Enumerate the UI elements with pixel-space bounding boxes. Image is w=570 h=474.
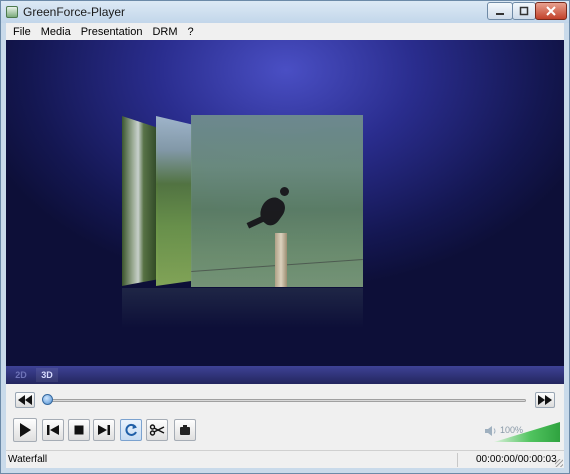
menu-drm[interactable]: DRM [147, 26, 182, 38]
menu-file[interactable]: File [8, 26, 36, 38]
menu-presentation[interactable]: Presentation [76, 26, 148, 38]
mode-3d-button[interactable]: 3D [36, 368, 58, 382]
minimize-icon [496, 13, 504, 15]
coverflow-image-waterfall[interactable] [122, 116, 158, 286]
video-area[interactable] [6, 40, 564, 366]
coverflow-image-valley[interactable] [156, 116, 192, 286]
menu-media[interactable]: Media [36, 26, 76, 38]
menu-help[interactable]: ? [183, 26, 199, 38]
previous-icon [47, 425, 59, 435]
seek-thumb[interactable] [42, 394, 53, 405]
time-display: 00:00:00/00:00:03 [476, 454, 557, 465]
seek-bar[interactable] [44, 399, 526, 402]
resize-grip[interactable] [555, 459, 563, 467]
close-icon [546, 6, 556, 16]
status-bar: Waterfall 00:00:00/00:00:03 [6, 450, 564, 468]
player-window: GreenForce-Player File Media Presentatio… [0, 0, 570, 474]
current-media-name: Waterfall [6, 453, 458, 467]
play-icon [20, 423, 31, 437]
bird-body [254, 193, 290, 229]
volume-control[interactable]: 100% [484, 422, 560, 442]
previous-button[interactable] [42, 419, 64, 441]
view-mode-bar: 2D 3D [6, 366, 564, 384]
title-bar[interactable]: GreenForce-Player [1, 1, 569, 23]
coverflow-reflection [122, 288, 363, 328]
maximize-icon [519, 6, 529, 16]
coverflow-image-bird[interactable] [191, 115, 363, 287]
snapshot-button[interactable] [174, 419, 196, 441]
next-icon [98, 425, 110, 435]
volume-label: 100% [500, 425, 524, 435]
minimize-button[interactable] [487, 2, 513, 20]
scissors-button[interactable] [146, 419, 168, 441]
rewind-icon [18, 395, 32, 405]
speaker-icon[interactable] [484, 425, 498, 437]
post [275, 233, 287, 287]
repeat-icon [125, 423, 137, 436]
close-button[interactable] [535, 2, 567, 20]
stop-icon [74, 425, 84, 435]
menu-bar: File Media Presentation DRM ? [6, 23, 564, 40]
rewind-button[interactable] [15, 392, 35, 408]
app-icon [6, 6, 18, 18]
fast-forward-icon [538, 395, 552, 405]
controls-panel: 100% [6, 384, 564, 450]
snapshot-icon [180, 425, 190, 435]
window-title: GreenForce-Player [23, 5, 126, 19]
mode-2d-button[interactable]: 2D [10, 368, 32, 382]
scissors-icon [149, 424, 165, 436]
next-button[interactable] [93, 419, 115, 441]
fast-forward-button[interactable] [535, 392, 555, 408]
repeat-button[interactable] [120, 419, 142, 441]
bird-head [280, 187, 289, 196]
play-button[interactable] [13, 418, 37, 442]
maximize-button[interactable] [512, 2, 536, 20]
stop-button[interactable] [68, 419, 90, 441]
